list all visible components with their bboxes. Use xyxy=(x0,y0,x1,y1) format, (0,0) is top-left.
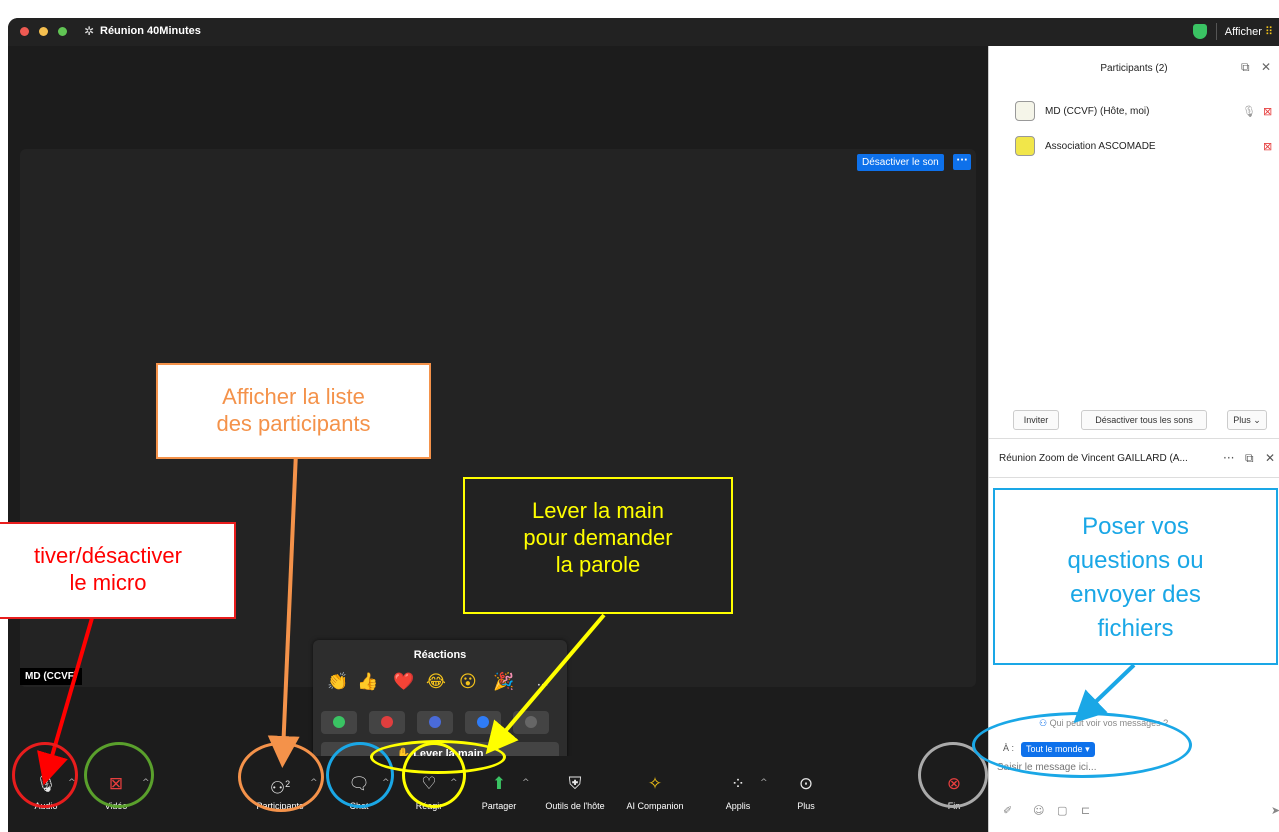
chat-callout-line3: envoyer des xyxy=(1070,581,1201,608)
chat-callout-line4: fichiers xyxy=(1097,615,1174,642)
raise-hand-callout-line1: Lever la main xyxy=(531,498,665,523)
participants-callout-line1: Afficher la liste xyxy=(222,384,365,409)
participants-highlight-ring xyxy=(238,742,324,812)
raise-hand-highlight-ring xyxy=(370,740,506,774)
raise-hand-callout-line2: pour demander xyxy=(523,525,673,550)
chat-arrow xyxy=(1073,663,1136,724)
micro-callout-line2: le micro xyxy=(69,570,147,595)
raise-hand-callout: Lever la main pour demander la parole xyxy=(463,477,733,614)
participants-callout: Afficher la liste des participants xyxy=(156,363,431,459)
micro-callout-line1: tiver/désactiver xyxy=(34,543,182,568)
chat-callout-line2: questions ou xyxy=(1067,547,1204,574)
participants-arrow xyxy=(267,451,300,768)
raise-hand-arrow xyxy=(485,613,606,755)
participants-callout-line2: des participants xyxy=(216,411,371,436)
chat-callout-line1: Poser vos xyxy=(1082,513,1189,540)
audio-highlight-ring xyxy=(12,742,78,808)
micro-callout: tiver/désactiver le micro xyxy=(0,522,236,619)
raise-hand-callout-line3: la parole xyxy=(555,552,641,577)
chat-input-highlight-ring xyxy=(972,712,1192,778)
chat-callout: Poser vos questions ou envoyer des fichi… xyxy=(993,488,1278,665)
video-highlight-ring xyxy=(84,742,154,808)
